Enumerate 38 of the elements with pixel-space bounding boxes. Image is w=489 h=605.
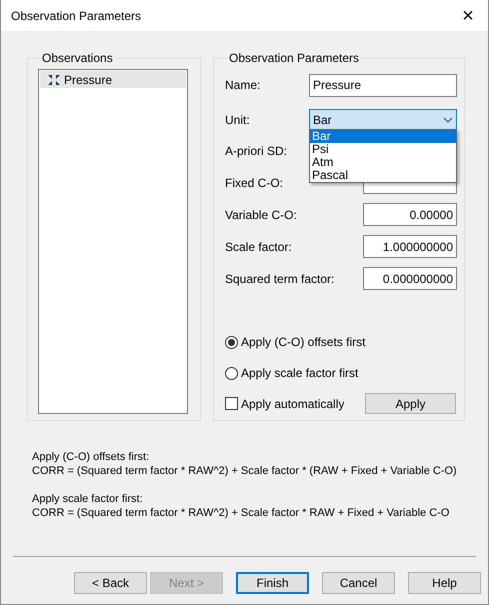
formula-text: CORR = (Squared term factor * RAW^2) + Scale factor * (RAW + Fixed + Variable C-O) xyxy=(32,464,458,478)
field-label: Unit: xyxy=(225,112,250,128)
radio-button[interactable] xyxy=(225,366,238,380)
dialog-button[interactable]: < Back xyxy=(74,572,147,594)
number-field[interactable]: 0.000000000 xyxy=(363,267,457,290)
dialog-button[interactable]: Help xyxy=(408,572,481,594)
radio-button[interactable] xyxy=(225,336,238,348)
checkbox[interactable] xyxy=(225,397,238,410)
dropdown-option[interactable]: Pascal xyxy=(310,169,456,182)
radio-label: Apply (C-O) offsets first xyxy=(241,334,366,351)
number-field[interactable]: 1.000000000 xyxy=(363,235,457,258)
window-title: Observation Parameters xyxy=(11,8,142,24)
dialog-button[interactable]: Finish xyxy=(236,572,309,594)
dialog-button[interactable]: Cancel xyxy=(322,572,395,594)
group-title: Observations xyxy=(41,50,114,67)
formula-title: Apply (C-O) offsets first: xyxy=(32,450,150,464)
list-item[interactable]: Pressure xyxy=(40,71,186,88)
field-label: Fixed C-O: xyxy=(225,174,284,192)
checkbox-label: Apply automatically xyxy=(241,396,344,412)
apply-button[interactable]: Apply xyxy=(365,393,456,414)
formula-title: Apply scale factor first: xyxy=(32,492,144,506)
dropdown-option[interactable]: Atm xyxy=(310,156,456,169)
chevron-down-icon xyxy=(443,116,453,122)
dropdown-option[interactable]: Psi xyxy=(310,143,456,156)
dropdown-option[interactable]: Bar xyxy=(310,130,456,143)
group-title: Observation Parameters xyxy=(228,50,360,67)
formula-text: CORR = (Squared term factor * RAW^2) + Scale factor * RAW + Fixed + Variable C-O xyxy=(32,506,450,520)
close-button[interactable]: × xyxy=(456,4,480,28)
field-label: Scale factor: xyxy=(225,238,292,256)
name-field[interactable]: Pressure xyxy=(309,74,457,96)
field-label: Name: xyxy=(225,77,260,94)
unit-dropdown[interactable]: Bar xyxy=(309,109,457,130)
radio-label: Apply scale factor first xyxy=(241,365,358,382)
collapse-arrows-icon xyxy=(47,74,61,86)
field-label: A-priori SD: xyxy=(225,142,288,160)
field-label: Variable C-O: xyxy=(225,206,297,224)
field-label: Squared term factor: xyxy=(225,270,334,288)
number-field[interactable]: 0.00000 xyxy=(363,203,457,226)
